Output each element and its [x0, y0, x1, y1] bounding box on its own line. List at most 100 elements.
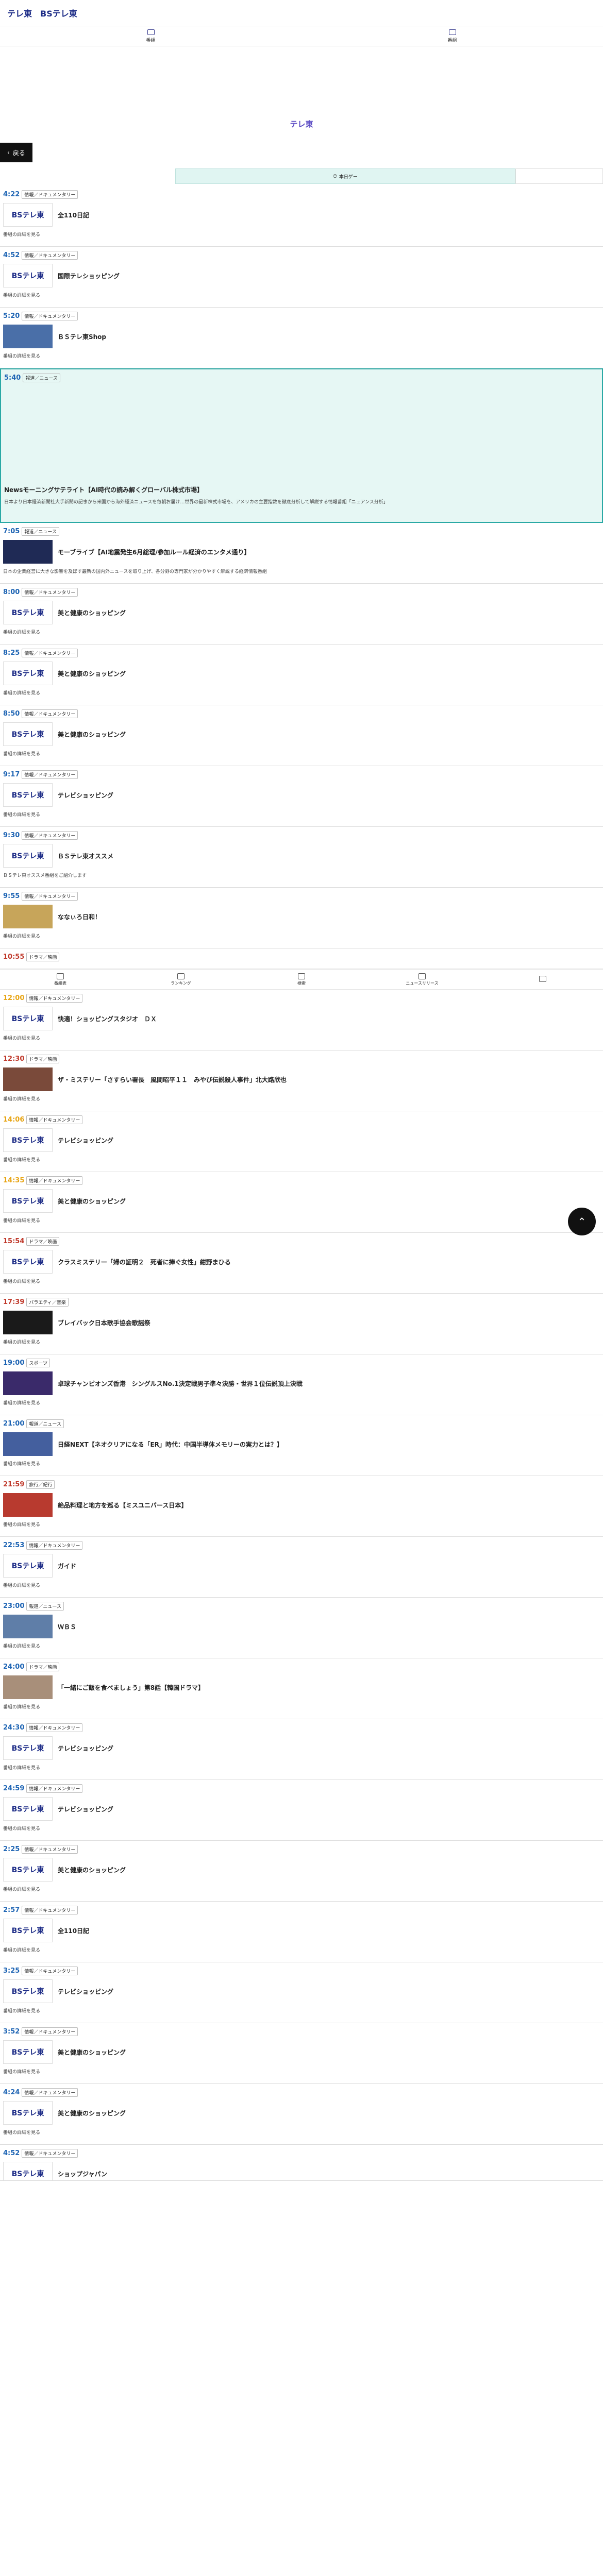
- channel-logo: テレ東: [290, 120, 313, 129]
- program-desc: 番組の詳細を見る: [3, 1644, 41, 1649]
- program-item[interactable]: 2:25 情報／ドキュメンタリー BSテレ東 美と健康のショッピング 番組の詳細を見る: [0, 1841, 603, 1902]
- program-title: モーブライブ【AI地震発生6月総理/参加ルール経済のエンタメ通り】: [58, 548, 250, 556]
- program-item[interactable]: 10:55 ドラマ／映画: [0, 948, 603, 969]
- scroll-top-button[interactable]: ⌃: [568, 1208, 596, 1235]
- program-time: 24:59: [3, 1784, 25, 1792]
- program-title: 美と健康のショッピング: [58, 2109, 126, 2117]
- program-item[interactable]: 14:06 情報／ドキュメンタリー BSテレ東 テレビショッピング 番組の詳細を見る: [0, 1111, 603, 1172]
- program-item[interactable]: 3:52 情報／ドキュメンタリー BSテレ東 美と健康のショッピング 番組の詳細を見る: [0, 2023, 603, 2084]
- program-item[interactable]: 14:35 情報／ドキュメンタリー BSテレ東 美と健康のショッピング 番組の詳細を見る: [0, 1172, 603, 1233]
- program-time: 12:30: [3, 1055, 25, 1063]
- genre-tag: 情報／ドキュメンタリー: [22, 892, 78, 901]
- program-item[interactable]: 9:17 情報／ドキュメンタリー BSテレ東 テレビショッピング 番組の詳細を見る: [0, 766, 603, 827]
- program-thumbnail: BSテレ東: [3, 264, 53, 287]
- genre-tag: 情報／ドキュメンタリー: [22, 709, 78, 718]
- program-desc: 番組の詳細を見る: [3, 2130, 41, 2136]
- tab-next[interactable]: [515, 168, 603, 184]
- genre-tag: 情報／ドキュメンタリー: [22, 588, 78, 597]
- program-thumbnail: BSテレ東: [3, 2040, 53, 2064]
- genre-tag: 情報／ドキュメンタリー: [22, 251, 78, 260]
- program-desc: 番組の詳細を見る: [3, 1218, 41, 1224]
- program-desc: 番組の詳細を見る: [3, 1279, 41, 1284]
- program-item[interactable]: 8:50 情報／ドキュメンタリー BSテレ東 美と健康のショッピング 番組の詳細を見る: [0, 705, 603, 766]
- program-item[interactable]: 21:59 旅行／紀行 絶品料理と地方を巡る【ミスユニバース日本】 番組の詳細を見る: [0, 1476, 603, 1537]
- program-thumbnail: BSテレ東: [3, 783, 53, 807]
- program-item[interactable]: 4:24 情報／ドキュメンタリー BSテレ東 美と健康のショッピング 番組の詳細を見る: [0, 2084, 603, 2145]
- program-desc: ＢＳテレ東オススメ番組をご紹介します: [3, 873, 87, 878]
- bottom-nav-item[interactable]: [482, 970, 603, 989]
- program-desc: 番組の詳細を見る: [3, 752, 41, 757]
- program-item[interactable]: 4:52 情報／ドキュメンタリー BSテレ東 ショップジャパン: [0, 2145, 603, 2181]
- genre-tag: ドラマ／映画: [26, 1237, 60, 1246]
- program-item[interactable]: 8:00 情報／ドキュメンタリー BSテレ東 美と健康のショッピング 番組の詳細を見る: [0, 584, 603, 645]
- program-desc: 番組の詳細を見る: [3, 630, 41, 635]
- bottom-nav-item[interactable]: 番組表: [0, 970, 121, 989]
- program-thumbnail: [3, 1432, 53, 1456]
- program-time: 4:22: [3, 190, 20, 198]
- program-desc: 番組の詳細を見る: [3, 2070, 41, 2075]
- program-title: 美と健康のショッピング: [58, 1197, 126, 1205]
- program-time: 5:40: [4, 374, 21, 382]
- program-item[interactable]: 4:52 情報／ドキュメンタリー BSテレ東 国際テレショッピング 番組の詳細を見る: [0, 247, 603, 308]
- program-item[interactable]: 19:00 スポーツ 卓球チャンピオンズ香港 シングルスNo.1決定戦男子準々決勝・…: [0, 1354, 603, 1415]
- genre-tag: バラエティ／音楽: [26, 1298, 69, 1307]
- program-item[interactable]: 24:30 情報／ドキュメンタリー BSテレ東 テレビショッピング 番組の詳細を見る: [0, 1719, 603, 1780]
- back-button[interactable]: ‹ 戻る: [0, 143, 32, 162]
- program-item[interactable]: 8:25 情報／ドキュメンタリー BSテレ東 美と健康のショッピング 番組の詳細を見る: [0, 645, 603, 705]
- program-title: 日経NEXT【ネオクリアになる「ER」時代：中国半導体メモリーの実力とは？】: [58, 1440, 283, 1448]
- program-title: ブレイバック日本歌手協会歌謡祭: [58, 1319, 150, 1327]
- program-desc: 番組の詳細を見る: [3, 1887, 41, 1892]
- nav-item-program-2[interactable]: 番組: [301, 26, 603, 46]
- bs-tvtokyo-logo[interactable]: BSテレ東: [40, 7, 77, 19]
- genre-tag: 報道／ニュース: [23, 374, 60, 382]
- program-desc: 番組の詳細を見る: [3, 1401, 41, 1406]
- program-item[interactable]: 24:59 情報／ドキュメンタリー BSテレ東 テレビショッピング 番組の詳細を見る: [0, 1780, 603, 1841]
- bottom-nav-item[interactable]: ランキング: [121, 970, 241, 989]
- nav-item-program[interactable]: 番組: [0, 26, 301, 46]
- program-thumbnail: BSテレ東: [3, 662, 53, 685]
- program-thumbnail: [3, 1493, 53, 1517]
- program-thumbnail: BSテレ東: [3, 1919, 53, 1942]
- program-title: ショップジャパン: [58, 2170, 108, 2178]
- program-title: ザ・ミステリー「さすらい署長 風間昭平１１ みやび伝説殺人事件」北大路欣也: [58, 1076, 287, 1083]
- tab-current[interactable]: ◷ 本日ゲー: [175, 168, 515, 184]
- genre-tag: ドラマ／映画: [26, 1663, 60, 1671]
- program-title: テレビショッピング: [58, 1805, 114, 1813]
- program-thumbnail: BSテレ東: [3, 2101, 53, 2125]
- program-item[interactable]: 21:00 報道／ニュース 日経NEXT【ネオクリアになる「ER」時代：中国半導体メ…: [0, 1415, 603, 1476]
- program-item[interactable]: 12:00 情報／ドキュメンタリー BSテレ東 快適！ショッピングスタジオ ＤＸ 番組の…: [0, 990, 603, 1050]
- program-thumbnail: BSテレ東: [3, 2162, 53, 2180]
- tvtokyo-logo[interactable]: テレ東: [7, 7, 32, 19]
- program-title: テレビショッピング: [58, 1137, 114, 1144]
- program-item[interactable]: 5:20 情報／ドキュメンタリー ＢＳテレ東Shop 番組の詳細を見る: [0, 308, 603, 368]
- program-desc: 番組の詳細を見る: [3, 691, 41, 696]
- program-item[interactable]: 3:25 情報／ドキュメンタリー BSテレ東 テレビショッピング 番組の詳細を見る: [0, 1962, 603, 2023]
- program-time: 14:06: [3, 1115, 25, 1124]
- bottom-nav-item[interactable]: 検索: [241, 970, 362, 989]
- program-time: 10:55: [3, 953, 25, 961]
- program-item[interactable]: 22:53 情報／ドキュメンタリー BSテレ東 ガイド 番組の詳細を見る: [0, 1537, 603, 1598]
- genre-tag: 報道／ニュース: [26, 1419, 64, 1428]
- program-desc: 番組の詳細を見る: [3, 1522, 41, 1528]
- genre-tag: ドラマ／映画: [26, 1055, 60, 1063]
- program-item[interactable]: 7:05 報道／ニュース モーブライブ【AI地震発生6月総理/参加ルール経済のエンタ…: [0, 523, 603, 584]
- program-item[interactable]: 15:54 ドラマ／映画 BSテレ東 クラスミステリー「婦の証明２ 死者に捧ぐ女性」紺…: [0, 1233, 603, 1294]
- genre-tag: ドラマ／映画: [26, 953, 60, 961]
- program-item[interactable]: 12:30 ドラマ／映画ザ・ミステリー「さすらい署長 風間昭平１１ みやび伝説殺人…: [0, 1050, 603, 1111]
- program-item[interactable]: 17:39 バラエティ／音楽 ブレイバック日本歌手協会歌謡祭 番組の詳細を見る: [0, 1294, 603, 1354]
- program-title: ＢＳテレ東Shop: [58, 333, 107, 341]
- program-item[interactable]: 9:55 情報／ドキュメンタリー ななぃろ日和！ 番組の詳細を見る: [0, 888, 603, 948]
- genre-tag: 情報／ドキュメンタリー: [26, 1115, 83, 1124]
- program-title: 美と健康のショッピング: [58, 731, 126, 738]
- program-item[interactable]: 9:30 情報／ドキュメンタリー BSテレ東 ＢＳテレ東オススメ ＢＳテレ東オススメ番組…: [0, 827, 603, 888]
- program-desc: 番組の詳細を見る: [3, 1340, 41, 1345]
- program-thumbnail: BSテレ東: [3, 1250, 53, 1274]
- chevron-left-icon: ‹: [7, 149, 10, 156]
- nav-icon: [418, 973, 426, 979]
- program-item[interactable]: 24:00 ドラマ／映画 「一緒にご飯を食べましょう」第8話【韓国ドラマ】 番組の詳細…: [0, 1658, 603, 1719]
- program-item[interactable]: 5:40 報道／ニュース Newsモーニングサテライト【AI時代の読み解くグローバル…: [0, 368, 603, 523]
- bottom-nav-item[interactable]: ニュースリリース: [362, 970, 482, 989]
- program-item[interactable]: 4:22 情報／ドキュメンタリー BSテレ東 全110日記 番組の詳細を見る: [0, 186, 603, 247]
- program-item[interactable]: 2:57 情報／ドキュメンタリー BSテレ東 全110日記 番組の詳細を見る: [0, 1902, 603, 1962]
- program-item[interactable]: 23:00 報道／ニュース ＷＢＳ 番組の詳細を見る: [0, 1598, 603, 1658]
